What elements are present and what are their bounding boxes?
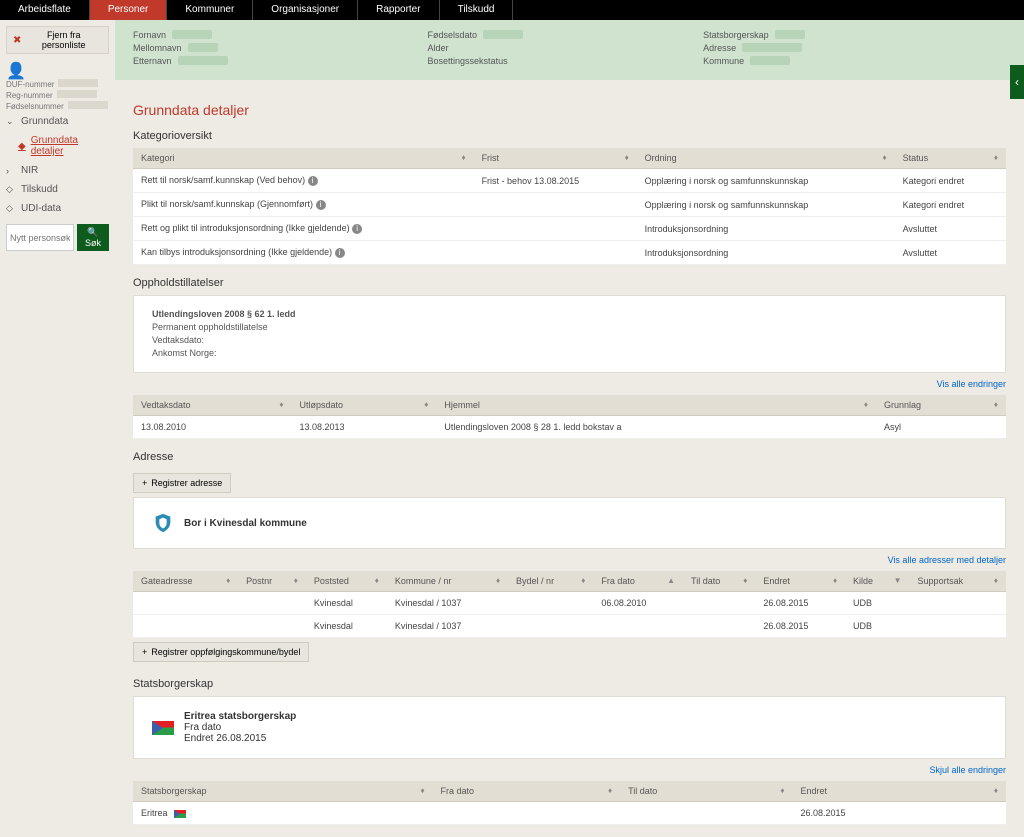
nav-kommuner[interactable]: Kommuner bbox=[167, 0, 253, 20]
skjul-endringer-link[interactable]: Skjul alle endringer bbox=[133, 765, 1006, 775]
opphold-card: Utlendingsloven 2008 § 62 1. ledd Perman… bbox=[133, 295, 1006, 373]
stats-table: Statsborgerskap♦ Fra dato♦ Til dato♦ End… bbox=[133, 781, 1006, 825]
kategori-table: Kategori♦ Frist♦ Ordning♦ Status♦ Rett t… bbox=[133, 148, 1006, 265]
info-icon: i bbox=[335, 248, 345, 258]
kategori-title: Kategorioversikt bbox=[133, 130, 1006, 142]
info-icon: i bbox=[316, 200, 326, 210]
adresse-table: Gateadresse♦ Postnr♦ Poststed♦ Kommune /… bbox=[133, 571, 1006, 638]
chevron-down-icon: ⌄ bbox=[6, 116, 16, 127]
table-row[interactable]: Plikt til norsk/samf.kunnskap (Gjennomfø… bbox=[133, 193, 1006, 217]
sidebar-grunndata-detaljer[interactable]: ◆ Grunndata detaljer bbox=[6, 131, 109, 161]
search-input[interactable] bbox=[6, 224, 74, 251]
diamond-icon: ◆ bbox=[18, 141, 26, 152]
nav-rapporter[interactable]: Rapporter bbox=[358, 0, 439, 20]
eritrea-flag-icon bbox=[174, 810, 186, 818]
remove-from-list-button[interactable]: ✖ Fjern fra personliste bbox=[6, 26, 109, 54]
registrer-oppfolging-button[interactable]: + Registrer oppfølgingskommune/bydel bbox=[133, 642, 309, 662]
sidebar-udi[interactable]: ◇ UDI-data bbox=[6, 199, 109, 218]
th-status[interactable]: Status♦ bbox=[895, 148, 1006, 169]
table-row[interactable]: Rett til norsk/samf.kunnskap (Ved behov)… bbox=[133, 169, 1006, 193]
sort-icon: ♦ bbox=[625, 153, 629, 162]
eritrea-flag-icon bbox=[152, 721, 174, 735]
adresse-card: Bor i Kvinesdal kommune bbox=[133, 497, 1006, 549]
collapse-panel-button[interactable]: ‹ bbox=[1010, 65, 1024, 99]
shield-icon bbox=[152, 512, 174, 534]
stats-card: Eritrea statsborgerskap Fra dato Endret … bbox=[133, 696, 1006, 759]
table-row[interactable]: KvinesdalKvinesdal / 103706.08.201026.08… bbox=[133, 592, 1006, 615]
opphold-table: Vedtaksdato♦ Utløpsdato♦ Hjemmel♦ Grunnl… bbox=[133, 395, 1006, 439]
person-icon: 👤 bbox=[6, 63, 26, 80]
th-frist[interactable]: Frist♦ bbox=[474, 148, 637, 169]
sort-icon: ♦ bbox=[883, 153, 887, 162]
sidebar-nir[interactable]: › NIR bbox=[6, 161, 109, 180]
person-header: Fornavn Mellomnavn Etternavn Fødselsdato… bbox=[115, 20, 1024, 80]
stats-title: Statsborgerskap bbox=[133, 678, 1006, 690]
info-icon: i bbox=[352, 224, 362, 234]
diamond-icon: ◇ bbox=[6, 184, 16, 195]
nav-personer[interactable]: Personer bbox=[90, 0, 168, 20]
opphold-title: Oppholdstillatelser bbox=[133, 277, 1006, 289]
sidebar: ✖ Fjern fra personliste 👤 DUF-nummer Reg… bbox=[0, 20, 115, 837]
remove-label: Fjern fra personliste bbox=[25, 30, 102, 50]
plus-icon: + bbox=[142, 647, 147, 657]
page-title: Grunndata detaljer bbox=[133, 102, 1006, 118]
table-row[interactable]: 13.08.201013.08.2013Utlendingsloven 2008… bbox=[133, 416, 1006, 439]
chevron-left-icon: ‹ bbox=[1015, 75, 1019, 89]
sidebar-tilskudd[interactable]: ◇ Tilskudd bbox=[6, 180, 109, 199]
search-icon: 🔍 bbox=[87, 227, 98, 237]
top-nav: Arbeidsflate Personer Kommuner Organisas… bbox=[0, 0, 1024, 20]
diamond-icon: ◇ bbox=[6, 203, 16, 214]
sidebar-grunndata[interactable]: ⌄ Grunndata bbox=[6, 112, 109, 131]
table-row[interactable]: Kan tilbys introduksjonsordning (Ikke gj… bbox=[133, 241, 1006, 265]
registrer-adresse-button[interactable]: + Registrer adresse bbox=[133, 473, 231, 493]
content: Fornavn Mellomnavn Etternavn Fødselsdato… bbox=[115, 20, 1024, 837]
vis-adresser-link[interactable]: Vis alle adresser med detaljer bbox=[133, 555, 1006, 565]
remove-icon: ✖ bbox=[13, 35, 21, 46]
search-button[interactable]: 🔍 Søk bbox=[77, 224, 109, 251]
vis-alle-endringer-link[interactable]: Vis alle endringer bbox=[133, 379, 1006, 389]
table-row[interactable]: Eritrea 26.08.2015 bbox=[133, 802, 1006, 825]
sort-icon: ♦ bbox=[994, 153, 998, 162]
table-row[interactable]: KvinesdalKvinesdal / 103726.08.2015UDB bbox=[133, 615, 1006, 638]
person-meta: 👤 DUF-nummer Reg-nummer Fødselsnummer bbox=[6, 66, 109, 112]
nav-organisasjoner[interactable]: Organisasjoner bbox=[253, 0, 358, 20]
nav-tilskudd[interactable]: Tilskudd bbox=[440, 0, 514, 20]
nav-arbeidsflate[interactable]: Arbeidsflate bbox=[0, 0, 90, 20]
adresse-title: Adresse bbox=[133, 451, 1006, 463]
chevron-right-icon: › bbox=[6, 166, 16, 176]
plus-icon: + bbox=[142, 478, 147, 488]
table-row[interactable]: Rett og plikt til introduksjonsordning (… bbox=[133, 217, 1006, 241]
th-kategori[interactable]: Kategori♦ bbox=[133, 148, 474, 169]
th-ordning[interactable]: Ordning♦ bbox=[637, 148, 895, 169]
info-icon: i bbox=[308, 176, 318, 186]
sort-icon: ♦ bbox=[461, 153, 465, 162]
